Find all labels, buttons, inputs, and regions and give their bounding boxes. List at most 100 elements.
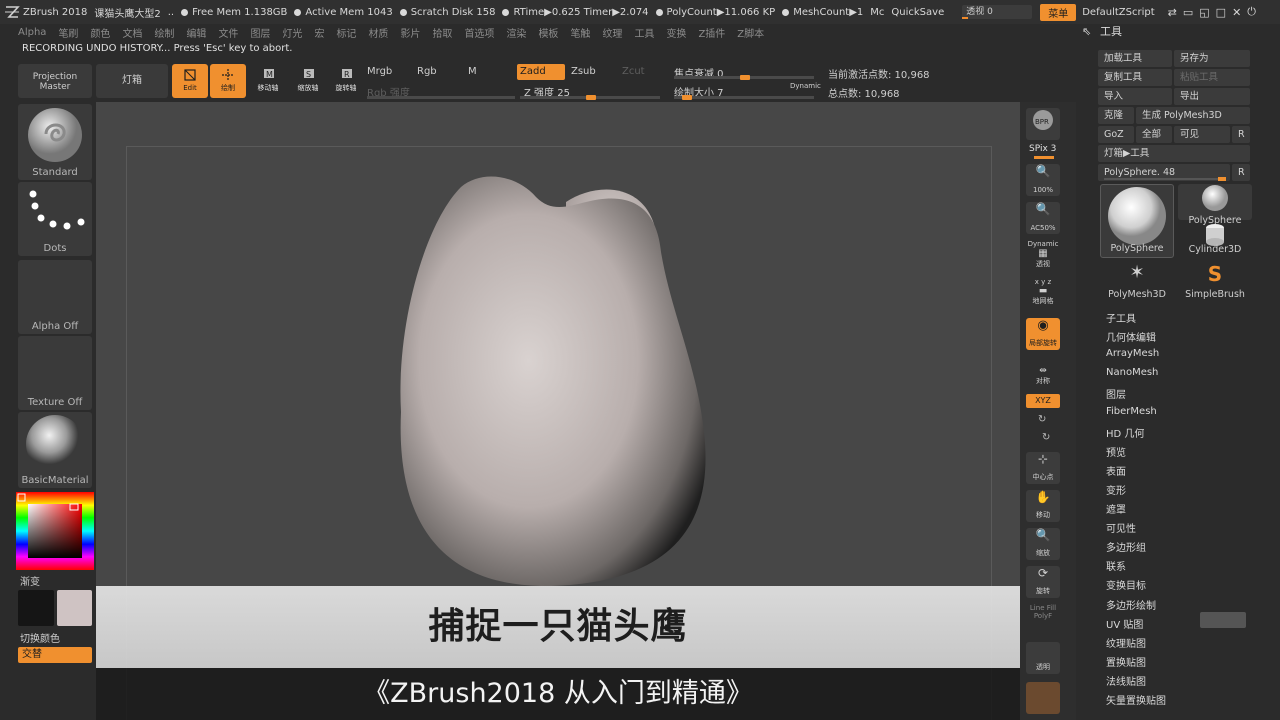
color-picker[interactable] [16, 492, 94, 570]
all-button[interactable]: 全部 [1136, 126, 1172, 143]
primary-color-swatch[interactable] [18, 590, 54, 626]
dynamic-button[interactable]: Dynamic [790, 82, 821, 90]
gradient-label[interactable]: 渐变 [20, 573, 40, 588]
dynamic-persp-button[interactable]: Dynamic ▦ 透视 [1026, 240, 1060, 269]
lightbox-tools-button[interactable]: 灯箱▶工具 [1098, 145, 1250, 162]
menu-item[interactable]: 笔刷 [58, 25, 78, 40]
ghost-button[interactable] [1026, 682, 1060, 714]
menu-item[interactable]: 渲染 [506, 25, 526, 40]
tool-section-item[interactable]: 变换目标 [1106, 577, 1146, 592]
z-intensity-knob[interactable] [586, 95, 596, 100]
menu-item[interactable]: Z插件 [698, 25, 725, 40]
material-selector[interactable]: BasicMaterial [18, 412, 92, 488]
rotate-button[interactable]: R 旋转轴 [328, 64, 364, 98]
menu-item[interactable]: 工具 [634, 25, 654, 40]
paste-tool-button[interactable]: 粘贴工具 [1174, 69, 1250, 86]
r-button-2[interactable]: R [1232, 164, 1250, 181]
mrgb-button[interactable]: Mrgb [367, 66, 392, 77]
menu-item[interactable]: 拾取 [432, 25, 452, 40]
tool-section-item[interactable]: 变形 [1106, 482, 1126, 497]
switch-color-button[interactable]: 切换颜色 [20, 630, 60, 645]
tool-section-item[interactable]: 多边形绘制 [1106, 597, 1156, 612]
focal-shift-slider[interactable] [674, 75, 814, 80]
zoom-100-button[interactable]: 🔍 100% [1026, 164, 1060, 196]
spix-label[interactable]: SPix 3 [1029, 144, 1056, 154]
minimize-icon[interactable]: ▭ [1183, 6, 1193, 19]
bpr-button[interactable]: BPR [1026, 108, 1060, 140]
draw-button[interactable]: 绘制 [210, 64, 246, 98]
menu-item[interactable]: 纹理 [602, 25, 622, 40]
menu-item[interactable]: 笔触 [570, 25, 590, 40]
zcut-button[interactable]: Zcut [622, 66, 645, 77]
menu-item[interactable]: 宏 [314, 25, 324, 40]
tool-section-item[interactable]: 多边形组 [1106, 539, 1146, 554]
stroke-selector[interactable]: Dots [18, 182, 92, 256]
menu-item[interactable]: 材质 [368, 25, 388, 40]
tool-section-item[interactable]: 法线贴图 [1106, 673, 1146, 688]
transparency-slider[interactable]: 透视 0 [962, 5, 1033, 19]
tool-section-item[interactable]: 纹理贴图 [1106, 635, 1146, 650]
menu-item[interactable]: Alpha [18, 27, 46, 38]
menu-item[interactable]: 模板 [538, 25, 558, 40]
ac50-button[interactable]: 🔍 AC50% [1026, 202, 1060, 234]
menu-button[interactable]: 菜单 [1040, 3, 1077, 21]
menu-item[interactable]: 变换 [666, 25, 686, 40]
scale-view-button[interactable]: 🔍 缩放 [1026, 528, 1060, 560]
export-button[interactable]: 导出 [1174, 88, 1250, 105]
tool-thumb-simplebrush[interactable]: S SimpleBrush [1178, 262, 1252, 300]
m-button[interactable]: M [468, 66, 477, 77]
mini-scroll-widget[interactable] [1200, 612, 1246, 628]
menu-item[interactable]: Z脚本 [737, 25, 764, 40]
tool-section-item[interactable]: 子工具 [1106, 310, 1136, 325]
tool-section-item[interactable]: UV 贴图 [1106, 616, 1143, 631]
lightbox-button[interactable]: 灯箱 [96, 64, 168, 98]
pin-icon[interactable]: ⇖ [1082, 24, 1091, 40]
tool-section-item[interactable]: 可见性 [1106, 520, 1136, 535]
close-icon[interactable]: ✕ [1232, 6, 1241, 19]
center-point-button[interactable]: ⊹ 中心点 [1026, 452, 1060, 484]
rgb-intensity-track[interactable] [367, 96, 515, 99]
move-button[interactable]: M 移动轴 [250, 64, 286, 98]
tool-thumb-polymesh3d[interactable]: ✶ PolyMesh3D [1100, 262, 1174, 300]
z-intensity-slider[interactable] [520, 95, 660, 100]
menu-item[interactable]: 文档 [122, 25, 142, 40]
z-rotate-icon[interactable]: ↻ [1042, 432, 1050, 443]
clone-button[interactable]: 克隆 [1098, 107, 1134, 124]
tool-section-item[interactable]: ArrayMesh [1106, 348, 1159, 359]
scale-button[interactable]: S 缩放轴 [290, 64, 326, 98]
tool-section-item[interactable]: 表面 [1106, 463, 1126, 478]
rotate-view-button[interactable]: ⟳ 旋转 [1026, 566, 1060, 598]
menu-item[interactable]: 编辑 [186, 25, 206, 40]
draw-size-slider[interactable] [674, 95, 814, 100]
brush-selector[interactable]: Standard [18, 104, 92, 180]
secondary-color-swatch[interactable] [57, 590, 92, 626]
menu-item[interactable]: 绘制 [154, 25, 174, 40]
symmetry-button[interactable]: ⇹ 对称 [1026, 366, 1060, 386]
draw-size-knob[interactable] [682, 95, 692, 100]
projection-master-button[interactable]: Projection Master [18, 64, 92, 98]
copy-tool-button[interactable]: 复制工具 [1098, 69, 1172, 86]
rgb-button[interactable]: Rgb [417, 66, 437, 77]
tool-section-item[interactable]: 遮罩 [1106, 501, 1126, 516]
save-as-button[interactable]: 另存为 [1174, 50, 1250, 67]
tool-section-item[interactable]: 几何体编辑 [1106, 329, 1156, 344]
tool-thumb-cylinder[interactable]: Cylinder3D [1178, 222, 1252, 258]
menu-item[interactable]: 文件 [218, 25, 238, 40]
r-button[interactable]: R [1232, 126, 1250, 143]
zsub-button[interactable]: Zsub [571, 66, 596, 77]
color-wheel-icon[interactable] [16, 492, 94, 570]
alternate-button[interactable]: 交替 [18, 647, 92, 663]
zadd-button[interactable]: Zadd [517, 64, 565, 80]
make-polymesh-button[interactable]: 生成 PolyMesh3D [1136, 107, 1250, 124]
menu-item[interactable]: 标记 [336, 25, 356, 40]
tool-thumb-polysphere-main[interactable]: PolySphere [1100, 184, 1174, 258]
local-symmetry-button[interactable]: ◉ 局部旋转 [1026, 318, 1060, 350]
tool-section-item[interactable]: 预览 [1106, 444, 1126, 459]
power-icon[interactable]: ⏻ [1247, 5, 1256, 19]
tool-palette-header[interactable]: ⇖ 工具 [1080, 24, 1280, 42]
restore-icon[interactable]: ◱ [1199, 6, 1209, 19]
menu-item[interactable]: 颜色 [90, 25, 110, 40]
menu-item[interactable]: 图层 [250, 25, 270, 40]
import-button[interactable]: 导入 [1098, 88, 1172, 105]
spix-slider[interactable] [1034, 156, 1054, 159]
